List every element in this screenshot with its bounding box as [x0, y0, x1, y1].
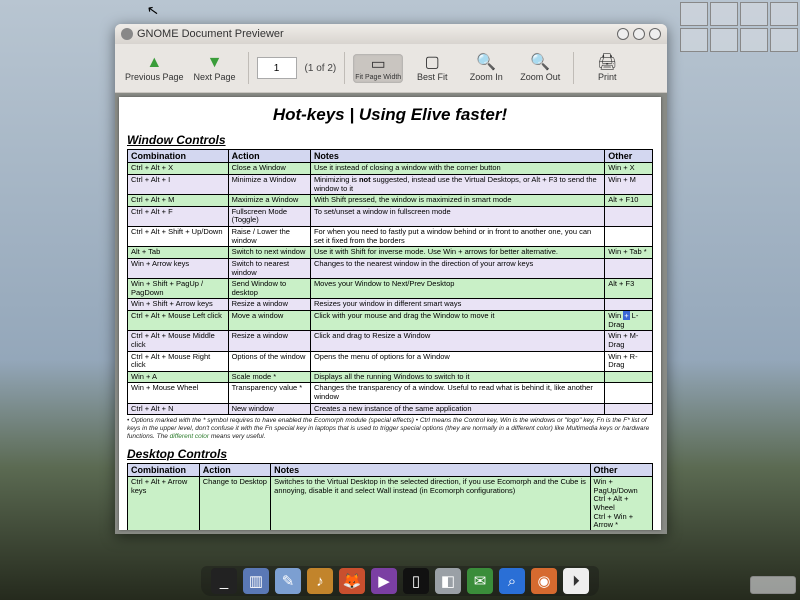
desktop-controls-table: CombinationActionNotesOther Ctrl + Alt +… [127, 463, 653, 530]
footnote: • Options marked with the * symbol requi… [127, 417, 653, 440]
toolbar: ▲ Previous Page ▼ Next Page (1 of 2) ▭ F… [115, 44, 667, 93]
dock-vm[interactable]: ◧ [435, 568, 461, 594]
workspace-pager[interactable] [680, 2, 798, 52]
cursor-icon: ↖ [146, 1, 161, 20]
fit-page-width-button[interactable]: ▭ Fit Page Width [353, 54, 403, 83]
dock-run[interactable]: ⏵ [563, 568, 589, 594]
document-page: Hot-keys | Using Elive faster! Window Co… [119, 97, 661, 530]
section-desktop-controls: Desktop Controls [127, 447, 653, 461]
page-count-label: (1 of 2) [305, 63, 337, 74]
dock-app[interactable]: ◉ [531, 568, 557, 594]
dock-editor[interactable]: ✎ [275, 568, 301, 594]
page-number-input[interactable] [257, 57, 297, 79]
previous-page-button[interactable]: ▲ Previous Page [123, 52, 186, 84]
maximize-button[interactable] [633, 28, 645, 40]
zoom-out-button[interactable]: 🔍 Zoom Out [515, 52, 565, 84]
dock-ipod[interactable]: ▯ [403, 568, 429, 594]
dock-search[interactable]: ⌕ [499, 568, 525, 594]
arrow-up-icon: ▲ [145, 54, 163, 72]
best-fit-icon: ▢ [423, 54, 441, 72]
dock: _ ▥ ✎ ♪ 🦊 ▶ ▯ ◧ ✉ ⌕ ◉ ⏵ [201, 566, 599, 596]
close-button[interactable] [649, 28, 661, 40]
print-button[interactable]: 🖨 Print [582, 52, 632, 84]
clock-widget[interactable] [750, 576, 796, 594]
fit-width-icon: ▭ [369, 56, 387, 74]
dock-media[interactable]: ▶ [371, 568, 397, 594]
dock-terminal[interactable]: _ [211, 568, 237, 594]
best-fit-button[interactable]: ▢ Best Fit [407, 52, 457, 84]
section-window-controls: Window Controls [127, 133, 653, 147]
minimize-button[interactable] [617, 28, 629, 40]
zoom-out-icon: 🔍 [531, 54, 549, 72]
document-previewer-window: GNOME Document Previewer ▲ Previous Page… [115, 24, 667, 534]
dock-files[interactable]: ▥ [243, 568, 269, 594]
dock-browser[interactable]: 🦊 [339, 568, 365, 594]
window-title: GNOME Document Previewer [137, 28, 284, 40]
document-viewport[interactable]: Hot-keys | Using Elive faster! Window Co… [115, 93, 667, 534]
dock-music[interactable]: ♪ [307, 568, 333, 594]
next-page-button[interactable]: ▼ Next Page [190, 52, 240, 84]
window-controls-table: CombinationActionNotesOther Ctrl + Alt +… [127, 149, 653, 415]
zoom-in-button[interactable]: 🔍 Zoom In [461, 52, 511, 84]
app-icon [121, 28, 133, 40]
zoom-in-icon: 🔍 [477, 54, 495, 72]
titlebar[interactable]: GNOME Document Previewer [115, 24, 667, 44]
print-icon: 🖨 [598, 54, 616, 72]
doc-title: Hot-keys | Using Elive faster! [127, 105, 653, 125]
dock-chat[interactable]: ✉ [467, 568, 493, 594]
arrow-down-icon: ▼ [206, 54, 224, 72]
